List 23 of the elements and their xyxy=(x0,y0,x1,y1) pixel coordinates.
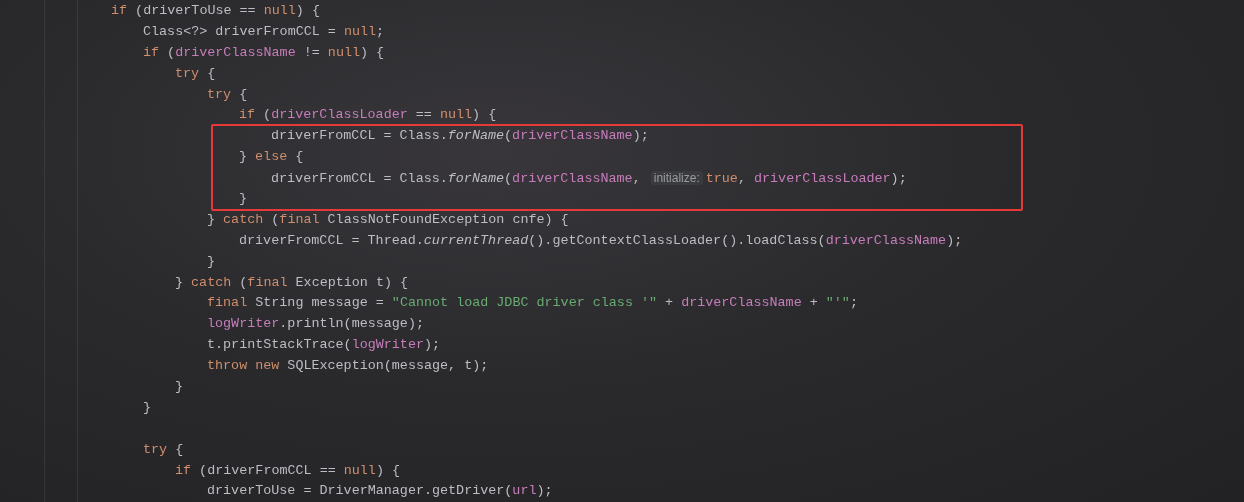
code-line: driverFromCCL = Thread.currentThread().getContextClassLoader().loadClass(driverClassName); xyxy=(238,231,963,250)
code-line: } else { xyxy=(238,148,304,167)
code-line: } xyxy=(142,398,152,417)
code-line: } catch (final ClassNotFoundException cnfe) { xyxy=(206,210,569,229)
code-line: throw new SQLException(message, t); xyxy=(206,357,489,376)
code-line: } xyxy=(174,378,184,397)
code-line: try { xyxy=(174,64,216,83)
code-line: if (driverToUse == null) { xyxy=(110,2,320,20)
code-line: driverFromCCL = Class.forName(driverClassName); xyxy=(270,127,649,146)
code-line: Class<?> driverFromCCL = null; xyxy=(142,22,385,41)
code-line: try { xyxy=(142,440,184,459)
code-line: try { xyxy=(206,85,248,104)
code-line: final String message = "Cannot load JDBC driver class '" + driverClassName + "'"; xyxy=(206,294,858,313)
code-line: driverToUse = DriverManager.getDriver(url); xyxy=(206,482,553,501)
code-line: driverFromCCL = Class.forName(driverClassName, initialize: true, driverClassLoader); xyxy=(270,170,907,189)
code-line: if (driverClassLoader == null) { xyxy=(238,106,497,125)
code-line: } catch (final Exception t) { xyxy=(174,273,409,292)
code-line: } xyxy=(238,190,248,208)
code-line: } xyxy=(206,252,216,271)
code-line: if (driverFromCCL == null) { xyxy=(174,461,401,480)
code-line: logWriter.println(message); xyxy=(206,315,424,334)
code-line: if (driverClassName != null) { xyxy=(142,43,385,62)
code-line: t.printStackTrace(logWriter); xyxy=(206,336,441,355)
